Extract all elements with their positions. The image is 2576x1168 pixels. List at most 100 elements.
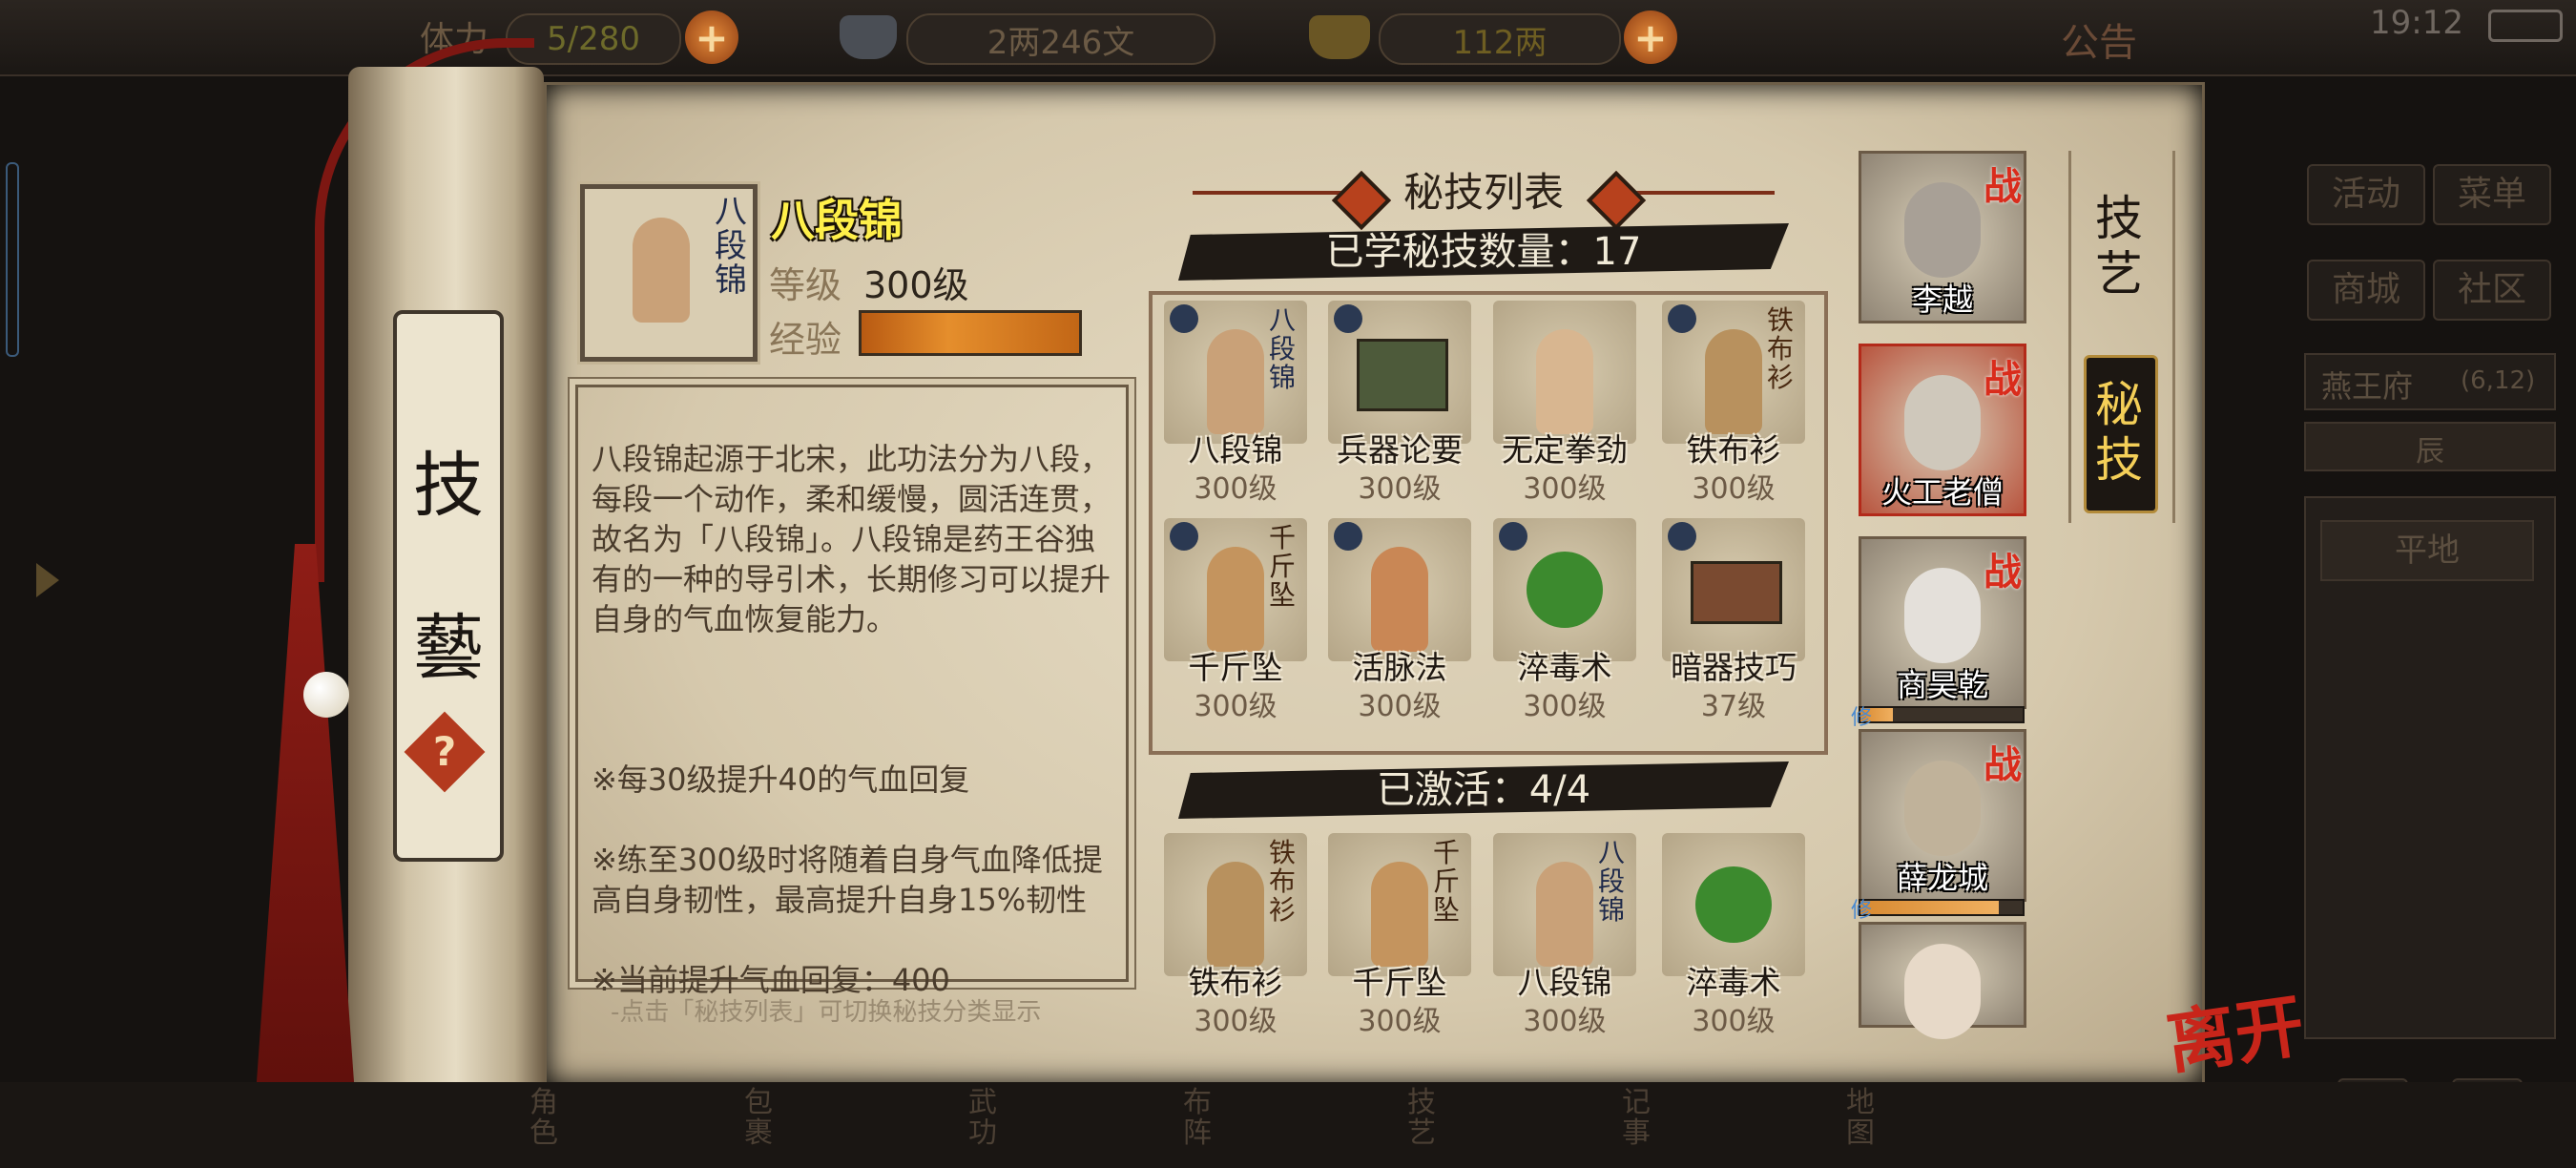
character-card[interactable]: 战 李越 [1859,151,2026,323]
cultivation-label: 修 [1851,706,1873,730]
card-tag: 千斤坠 [1433,837,1461,926]
avatar [1904,375,1981,470]
nav-skills[interactable]: 技艺 [1407,1088,1445,1149]
character-name: 商昊乾 [1896,667,1988,703]
skill-card-name: 千斤坠 [1188,649,1283,686]
level-value: 300级 [863,264,969,306]
card-tag: 八段锦 [1598,837,1626,926]
character-card-selected[interactable]: 战 火工老僧 [1859,344,2026,516]
user-badge-icon [1668,522,1696,551]
user-badge-icon [1668,304,1696,333]
card-tag: 八段锦 [1269,304,1297,393]
skill-card-level: 300级 [1358,472,1442,506]
location-panel: 燕王府 (6,12) [2304,353,2556,410]
user-badge-icon [1334,304,1362,333]
expand-arrow-icon[interactable] [36,563,59,597]
silver-value: 2两246文 [906,13,1215,65]
active-skill-card[interactable]: 八段锦 八段锦 300级 [1493,833,1636,1038]
nav-bag[interactable]: 包裹 [744,1088,782,1149]
character-card[interactable]: 战 薛龙城 [1859,729,2026,902]
figure-icon [1705,329,1762,434]
skill-card[interactable]: 千斤坠 千斤坠 300级 [1164,518,1307,723]
level-label: 等级 [769,264,842,306]
skill-card[interactable]: 无定拳劲 300级 [1493,301,1636,506]
nav-map[interactable]: 地图 [1846,1088,1884,1149]
active-skill-card[interactable]: 铁布衫 铁布衫 300级 [1164,833,1307,1038]
character-card[interactable] [1859,922,2026,1039]
skill-card-name: 兵器论要 [1337,431,1463,469]
skill-card[interactable]: 铁布衫 铁布衫 300级 [1662,301,1805,506]
add-gold-button[interactable]: + [1624,10,1677,64]
location-name: 燕王府 [2321,368,2414,405]
character-card[interactable]: 战 商昊乾 [1859,536,2026,709]
skill-card-level: 300级 [1523,472,1607,506]
menu-button[interactable]: 菜单 [2433,164,2551,225]
skill-card-level: 300级 [1358,690,1442,723]
skill-card-level: 300级 [1692,472,1776,506]
tab-secret-label: 秘技 [2095,377,2143,488]
notice-button[interactable]: 公告 [2061,11,2137,67]
figure-icon [1371,862,1428,967]
battle-badge: 战 [1984,551,2022,594]
tab-skills[interactable]: 技艺 [2083,191,2155,302]
side-handle[interactable] [6,162,19,357]
nav-martial[interactable]: 武功 [968,1088,1007,1149]
time-dial: 辰 [2304,422,2556,471]
skill-card-name: 铁布衫 [1188,964,1283,1001]
skill-list-title-button[interactable]: 秘技列表 [1193,160,1775,216]
terrain-button[interactable]: 平地 [2320,520,2534,581]
help-icon[interactable]: ? [416,723,473,781]
character-name: 李越 [1911,282,1973,318]
shop-button[interactable]: 商城 [2307,260,2425,321]
activity-button[interactable]: 活动 [2307,164,2425,225]
clock: 19:12 [2370,4,2463,42]
skill-card[interactable]: 暗器技巧 37级 [1662,518,1805,723]
description-text: 八段锦起源于北宋，此功法分为八段，每段一个动作，柔和缓慢，圆活连贯，故名为「八段… [592,399,1111,1040]
gold-ingot-icon [1309,15,1370,59]
tab-secret[interactable]: 秘技 [2083,377,2155,488]
card-tag: 铁布衫 [1767,304,1795,393]
leave-button[interactable]: 离开 [2159,969,2309,1087]
battle-badge: 战 [1984,358,2022,402]
skill-card-image: 八段锦 [1493,833,1636,976]
skill-card-name: 千斤坠 [1352,964,1447,1001]
skill-card-level: 300级 [1194,690,1278,723]
skill-card-image [1493,518,1636,661]
portrait-tag: 八段锦 [715,193,747,300]
battery-icon [2488,10,2563,42]
avatar [1904,568,1981,663]
skill-card-level: 300级 [1358,1005,1442,1038]
nav-character[interactable]: 角色 [530,1088,568,1149]
skill-card[interactable]: 兵器论要 300级 [1328,301,1471,506]
cultivation-bar [1859,899,2025,916]
skill-card-image: 八段锦 [1164,301,1307,444]
character-name: 薛龙城 [1896,860,1988,896]
skill-card[interactable]: 八段锦 八段锦 300级 [1164,301,1307,506]
skill-card-name: 无定拳劲 [1502,431,1628,469]
community-button[interactable]: 社区 [2433,260,2551,321]
user-badge-icon [1170,522,1198,551]
skill-card-image: 千斤坠 [1328,833,1471,976]
cultivation-label: 修 [1851,899,1873,923]
bottom-nav [0,1082,2576,1168]
skill-card[interactable]: 活脉法 300级 [1328,518,1471,723]
active-skill-card[interactable]: 千斤坠 千斤坠 300级 [1328,833,1471,1038]
skill-card-image [1328,518,1471,661]
cultivation-bar [1859,706,2025,723]
cultivation-bar-fill [1860,901,1999,914]
skill-card[interactable]: 淬毒术 300级 [1493,518,1636,723]
skill-portrait: 八段锦 [580,184,758,362]
figure-icon [1536,862,1593,967]
skill-card-name: 八段锦 [1517,964,1612,1001]
effect-2: ※练至300级时将随着自身气血降低提高自身韧性，最高提升自身15%韧性 [592,842,1103,918]
skill-card-name: 淬毒术 [1686,964,1781,1001]
card-tag: 铁布衫 [1269,837,1297,926]
skill-card-image [1662,833,1805,976]
skill-card-name: 铁布衫 [1686,431,1781,469]
active-skill-card[interactable]: 淬毒术 300级 [1662,833,1805,1038]
add-stamina-button[interactable]: + [685,10,738,64]
avatar [1904,761,1981,856]
nav-journal[interactable]: 记事 [1622,1088,1660,1149]
jade-bead [303,672,349,718]
nav-formation[interactable]: 布阵 [1183,1088,1221,1149]
